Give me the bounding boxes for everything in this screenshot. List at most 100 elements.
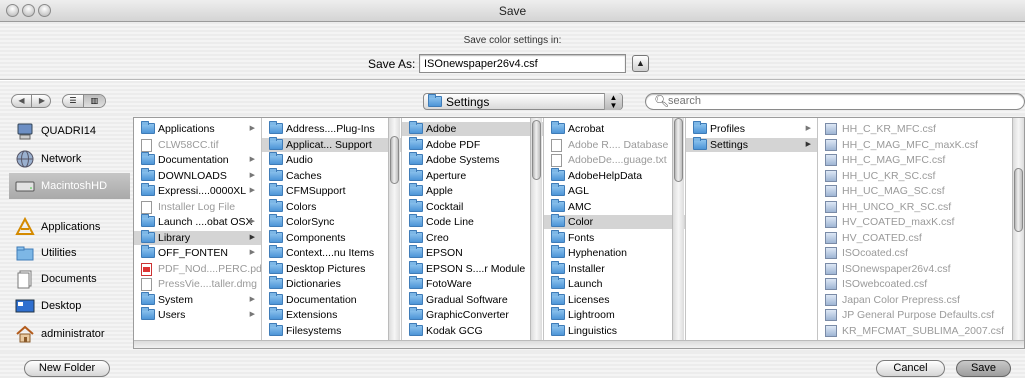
- file-row[interactable]: HH_C_KR_MFC.csf: [818, 122, 1024, 136]
- folder-row[interactable]: DOWNLOADS ▶: [134, 167, 261, 183]
- folder-row[interactable]: Address....Plug-Ins▶: [262, 121, 401, 136]
- column-3-scrollbar[interactable]: [530, 118, 542, 340]
- folder-row[interactable]: Audio▶: [262, 152, 401, 167]
- folder-row[interactable]: Settings ▶: [686, 136, 817, 152]
- column-2-scrollbar[interactable]: [388, 118, 400, 340]
- folder-row[interactable]: Launch ....obat OSX ▶: [134, 214, 261, 229]
- column-view-button[interactable]: ▥: [84, 95, 105, 107]
- column-4-scrollbar[interactable]: [672, 118, 684, 340]
- file-row[interactable]: ISOcoated.csf: [818, 246, 1024, 260]
- file-row[interactable]: HV_COATED.csf: [818, 231, 1024, 245]
- folder-row[interactable]: Expressi....0000XL ▶: [134, 183, 261, 198]
- file-row[interactable]: PDF_NOd....PERC.pdf: [134, 262, 261, 276]
- folder-row[interactable]: Adobe PDF▶: [402, 136, 543, 152]
- folder-row[interactable]: CFMSupport▶: [262, 183, 401, 198]
- folder-row[interactable]: System ▶: [134, 291, 261, 307]
- folder-row[interactable]: AGL▶: [544, 183, 685, 198]
- folder-row[interactable]: Library ▶: [134, 229, 261, 245]
- file-row[interactable]: ISOnewspaper26v4.csf: [818, 262, 1024, 276]
- file-row[interactable]: HH_UNCO_KR_SC.csf: [818, 200, 1024, 214]
- folder-row[interactable]: Adobe Systems▶: [402, 152, 543, 167]
- folder-row[interactable]: Hyphenation▶: [544, 245, 685, 260]
- folder-row[interactable]: FotoWare▶: [402, 276, 543, 291]
- file-row[interactable]: PressVie....taller.dmg: [134, 277, 261, 291]
- folder-row[interactable]: Aperture▶: [402, 167, 543, 183]
- file-row[interactable]: Installer Log File: [134, 200, 261, 214]
- file-row[interactable]: HH_UC_KR_SC.csf: [818, 169, 1024, 183]
- folder-row[interactable]: Desktop Pictures▶: [262, 260, 401, 276]
- folder-row[interactable]: Documentation▶: [134, 152, 261, 167]
- scroll-thumb[interactable]: [390, 136, 399, 184]
- folder-row[interactable]: Profiles ▶: [686, 121, 817, 136]
- back-button[interactable]: ◀: [12, 95, 32, 107]
- sidebar-item-macintoshhd[interactable]: MacintoshHD: [9, 173, 130, 199]
- folder-row[interactable]: EPSON S....r Module▶: [402, 260, 543, 276]
- folder-row[interactable]: GraphicConverter▶: [402, 307, 543, 322]
- folder-row[interactable]: Extensions▶: [262, 307, 401, 322]
- file-row[interactable]: KR_MFCMAT_SUBLIMA_2007.csf: [818, 324, 1024, 338]
- horizontal-scrollbar[interactable]: [134, 340, 1024, 348]
- folder-row[interactable]: Filesystems▶: [262, 322, 401, 338]
- scroll-thumb[interactable]: [1014, 168, 1023, 232]
- folder-row[interactable]: ColorSync▶: [262, 214, 401, 229]
- folder-row[interactable]: Colors▶: [262, 198, 401, 214]
- folder-row[interactable]: Components▶: [262, 229, 401, 245]
- sidebar-item-desktop[interactable]: Desktop: [9, 293, 130, 319]
- search-field[interactable]: 🔍︎: [645, 93, 1025, 110]
- file-row[interactable]: CLW58CC.tif: [134, 138, 261, 152]
- new-folder-button[interactable]: New Folder: [24, 360, 110, 377]
- folder-row[interactable]: Dictionaries▶: [262, 276, 401, 291]
- file-row[interactable]: HH_C_MAG_MFC.csf: [818, 153, 1024, 167]
- forward-button[interactable]: ▶: [32, 95, 52, 107]
- folder-row[interactable]: Code Line▶: [402, 214, 543, 229]
- expand-collapse-button[interactable]: ▲: [632, 55, 649, 72]
- folder-row[interactable]: Applications ▶: [134, 121, 261, 136]
- sidebar-item-documents[interactable]: Documents: [9, 266, 130, 292]
- sidebar-item-quadri14[interactable]: QUADRI14: [9, 118, 130, 144]
- filename-input[interactable]: [419, 54, 626, 73]
- folder-row[interactable]: Applicat... Support▶: [262, 136, 401, 152]
- file-row[interactable]: HV_COATED_maxK.csf: [818, 215, 1024, 229]
- folder-row[interactable]: Adobe▶: [402, 121, 543, 136]
- sidebar-item-utilities[interactable]: Utilities: [9, 240, 130, 266]
- folder-row[interactable]: Linguistics▶: [544, 322, 685, 338]
- file-row[interactable]: AdobeDe....guage.txt: [544, 153, 685, 167]
- scroll-thumb[interactable]: [674, 118, 683, 182]
- scroll-thumb[interactable]: [532, 120, 541, 180]
- folder-row[interactable]: Acrobat▶: [544, 121, 685, 136]
- file-row[interactable]: HH_UC_MAG_SC.csf: [818, 184, 1024, 198]
- save-button[interactable]: Save: [956, 360, 1011, 377]
- sidebar-item-network[interactable]: Network: [9, 146, 130, 172]
- file-row[interactable]: HH_C_MAG_MFC_maxK.csf: [818, 138, 1024, 152]
- folder-row[interactable]: Creo▶: [402, 229, 543, 245]
- folder-row[interactable]: Installer▶: [544, 260, 685, 276]
- list-view-button[interactable]: ☰: [63, 95, 84, 107]
- search-input[interactable]: [668, 95, 1008, 107]
- location-popup[interactable]: Settings ▲ ▼: [423, 93, 623, 110]
- folder-row[interactable]: Context....nu Items▶: [262, 245, 401, 260]
- folder-row[interactable]: Fonts▶: [544, 229, 685, 245]
- file-row[interactable]: JP General Purpose Defaults.csf: [818, 308, 1024, 322]
- folder-row[interactable]: OFF_FONTEN ▶: [134, 245, 261, 260]
- folder-row[interactable]: Cocktail▶: [402, 198, 543, 214]
- folder-row[interactable]: Documentation▶: [262, 291, 401, 307]
- folder-row[interactable]: Users ▶: [134, 307, 261, 322]
- sidebar-item-applications[interactable]: Applications: [9, 214, 130, 240]
- column-6-scrollbar[interactable]: [1012, 118, 1024, 340]
- folder-row[interactable]: Licenses▶: [544, 291, 685, 307]
- folder-row[interactable]: Kodak GCG▶: [402, 322, 543, 338]
- cancel-button[interactable]: Cancel: [876, 360, 945, 377]
- folder-row[interactable]: Apple▶: [402, 183, 543, 198]
- folder-row[interactable]: Lightroom▶: [544, 307, 685, 322]
- file-row[interactable]: ISOwebcoated.csf: [818, 277, 1024, 291]
- file-row[interactable]: Japan Color Prepress.csf: [818, 293, 1024, 307]
- sidebar-item-administrator[interactable]: administrator: [9, 321, 130, 347]
- folder-row[interactable]: Color▶: [544, 214, 685, 229]
- file-row[interactable]: Adobe R.... Database: [544, 138, 685, 152]
- folder-row[interactable]: AMC▶: [544, 198, 685, 214]
- folder-row[interactable]: AdobeHelpData▶: [544, 167, 685, 183]
- folder-row[interactable]: Gradual Software▶: [402, 291, 543, 307]
- folder-row[interactable]: EPSON▶: [402, 245, 543, 260]
- folder-row[interactable]: Caches▶: [262, 167, 401, 183]
- folder-row[interactable]: Launch▶: [544, 276, 685, 291]
